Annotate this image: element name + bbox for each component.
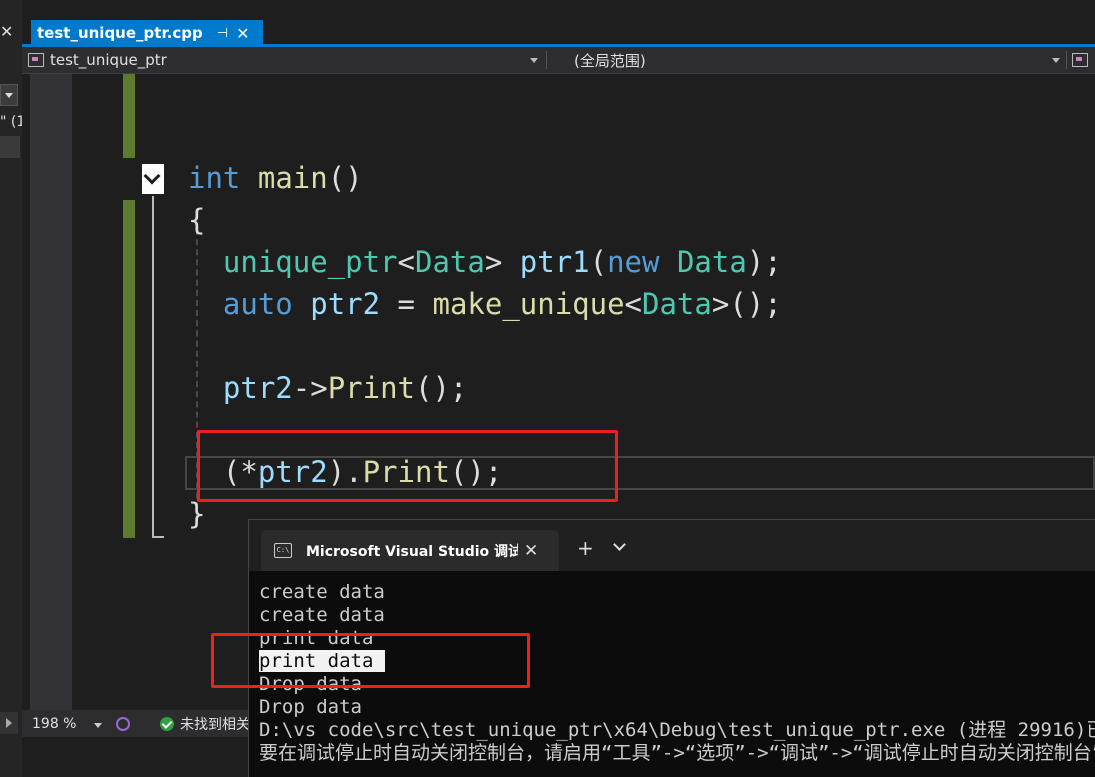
zoom-dropdown[interactable]: 198 % bbox=[32, 716, 104, 732]
annotation-box bbox=[211, 633, 530, 688]
panel-dropdown[interactable] bbox=[0, 84, 18, 106]
scroll-right-icon[interactable] bbox=[0, 712, 18, 734]
code-line: unique_ptr<Data> ptr1(new Data); bbox=[222, 245, 782, 279]
check-icon bbox=[160, 716, 174, 731]
fold-line bbox=[152, 196, 154, 538]
close-icon[interactable]: ✕ bbox=[0, 22, 13, 41]
scope-name: (全局范围) bbox=[574, 51, 646, 70]
project-icon bbox=[28, 53, 44, 67]
tab-filename: test_unique_ptr.cpp bbox=[37, 24, 203, 42]
cube-icon bbox=[1072, 53, 1088, 67]
console-tab[interactable]: C:\ Microsoft Visual Studio 调试控制台 ✕ bbox=[261, 530, 559, 571]
panel-selected-row[interactable] bbox=[0, 136, 20, 158]
intellicode-icon[interactable] bbox=[116, 716, 130, 731]
fold-line-end bbox=[152, 536, 164, 538]
new-tab-button[interactable]: + bbox=[577, 536, 594, 560]
scope-dropdown[interactable]: (全局范围) bbox=[552, 49, 1064, 71]
pin-icon[interactable]: ⊣ bbox=[217, 26, 228, 41]
terminal-icon: C:\ bbox=[274, 543, 292, 558]
console-line: 要在调试停止时自动关闭控制台，请启用“工具”->“选项”->“调试”->“调试停… bbox=[259, 742, 1095, 764]
close-tab-icon[interactable]: ✕ bbox=[236, 24, 249, 43]
change-marker bbox=[123, 200, 135, 538]
console-line: Drop data bbox=[259, 696, 362, 718]
indicator-margin bbox=[30, 74, 72, 710]
solution-explorer-edge: ✕ " (1 bbox=[0, 0, 25, 777]
divider bbox=[1066, 51, 1067, 69]
console-line: D:\vs code\src\test_unique_ptr\x64\Debug… bbox=[259, 719, 1095, 741]
navigation-bar: test_unique_ptr (全局范围) bbox=[22, 47, 1095, 74]
fold-toggle-icon[interactable] bbox=[142, 164, 164, 194]
annotation-box bbox=[197, 430, 618, 502]
console-line: create data bbox=[259, 604, 385, 626]
chevron-down-icon[interactable] bbox=[613, 538, 626, 551]
divider bbox=[546, 51, 547, 69]
console-title: Microsoft Visual Studio 调试控制台 bbox=[306, 543, 518, 560]
code-line: ptr2->Print(); bbox=[222, 371, 468, 405]
member-dropdown[interactable] bbox=[1072, 49, 1095, 71]
document-tab-bar: test_unique_ptr.cpp ⊣ ✕ bbox=[22, 0, 1095, 46]
code-line: { bbox=[188, 203, 206, 237]
code-line: auto ptr2 = make_unique<Data>(); bbox=[222, 287, 782, 321]
code-line: int main() bbox=[188, 161, 363, 195]
project-name: test_unique_ptr bbox=[50, 51, 167, 69]
project-dropdown[interactable]: test_unique_ptr bbox=[28, 49, 542, 71]
tab-test-unique-ptr-cpp[interactable]: test_unique_ptr.cpp ⊣ ✕ bbox=[31, 20, 263, 46]
console-titlebar: C:\ Microsoft Visual Studio 调试控制台 ✕ + bbox=[249, 520, 1095, 571]
close-icon[interactable]: ✕ bbox=[524, 541, 538, 561]
chevron-down-icon bbox=[1052, 58, 1060, 63]
change-marker bbox=[123, 74, 135, 158]
console-line: create data bbox=[259, 581, 385, 603]
chevron-down-icon bbox=[530, 58, 538, 63]
